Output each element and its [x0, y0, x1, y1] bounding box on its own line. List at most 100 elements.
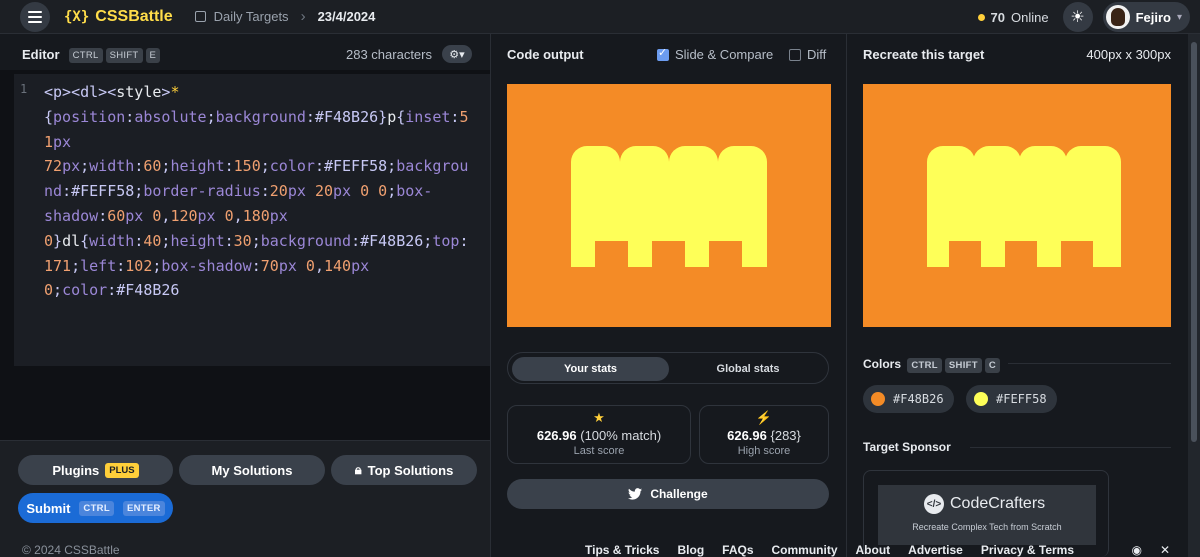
- editor-panel: 1 <p><dl><style>* {position:absolute;bac…: [0, 70, 490, 440]
- output-notch: [709, 241, 742, 267]
- kbd-key: SHIFT: [944, 358, 982, 373]
- code-output-preview[interactable]: [507, 84, 831, 327]
- discord-icon[interactable]: ◉: [1131, 543, 1141, 557]
- editor-header: Editor CTRL SHIFT E 283 characters ⚙▾: [22, 40, 472, 68]
- plugins-button[interactable]: Plugins PLUS: [18, 455, 173, 485]
- editor-settings-button[interactable]: ⚙▾: [442, 45, 472, 63]
- avatar: [1105, 5, 1130, 29]
- kbd-key: CTRL: [68, 47, 103, 63]
- editor-title: Editor: [22, 46, 60, 62]
- target-header: Recreate this target 400px x 300px: [863, 40, 1171, 68]
- target-dimensions: 400px x 300px: [1086, 46, 1171, 62]
- footer-link-community[interactable]: Community: [772, 543, 838, 557]
- diff-checkbox[interactable]: [789, 48, 801, 61]
- code-icon: </>: [924, 494, 944, 514]
- top-solutions-label: Top Solutions: [367, 462, 454, 478]
- kbd-key: E: [145, 47, 161, 63]
- character-count: 283 characters: [346, 46, 432, 62]
- target-title: Recreate this target: [863, 46, 985, 62]
- username: Fejiro: [1135, 9, 1171, 25]
- top-solutions-button[interactable]: 🔒︎ Top Solutions: [331, 455, 477, 485]
- chevron-right-icon: ›: [300, 8, 306, 25]
- cssbattle-logo[interactable]: {X} CSSBattle: [64, 8, 173, 26]
- target-notch: [1005, 241, 1037, 267]
- star-icon: ★: [593, 410, 605, 425]
- breadcrumb-date: 23/4/2024: [317, 9, 376, 24]
- scrollbar-thumb[interactable]: [1191, 42, 1197, 442]
- sponsor-name: CodeCrafters: [950, 495, 1046, 512]
- last-score-label: Last score: [573, 445, 625, 457]
- kbd-key: CTRL: [907, 358, 942, 373]
- divider: [846, 34, 847, 557]
- slide-compare-checkbox[interactable]: [657, 46, 669, 61]
- plus-badge: PLUS: [105, 462, 139, 478]
- high-score-value: 626.96 {283}: [727, 428, 801, 443]
- breadcrumb: Daily Targets › 23/4/2024: [194, 8, 376, 25]
- challenge-button[interactable]: Challenge: [507, 479, 829, 509]
- user-menu[interactable]: Fejiro ▾: [1102, 2, 1190, 32]
- online-dot-icon: [977, 13, 985, 21]
- slide-compare-toggle[interactable]: Slide & Compare: [657, 46, 774, 62]
- top-bar: {X} CSSBattle Daily Targets › 23/4/2024 …: [0, 0, 1200, 34]
- color-chip-orange[interactable]: #F48B26: [863, 385, 954, 413]
- hamburger-icon: [28, 10, 42, 23]
- chevron-down-icon: ▾: [1176, 11, 1182, 23]
- submit-button[interactable]: Submit CTRL ENTER: [18, 493, 173, 523]
- right-panel-scrollbar[interactable]: [1188, 34, 1200, 557]
- calendar-icon: [194, 11, 206, 22]
- high-score-card: ⚡ 626.96 {283} High score: [699, 405, 829, 464]
- diff-label: Diff: [807, 46, 827, 62]
- kbd-key: SHIFT: [105, 47, 143, 63]
- sponsor-banner[interactable]: </> CodeCrafters Recreate Complex Tech f…: [878, 485, 1096, 545]
- hamburger-menu-button[interactable]: [20, 1, 50, 32]
- slide-compare-label: Slide & Compare: [675, 46, 774, 62]
- codecrafters-logo: </> CodeCrafters: [924, 494, 1045, 514]
- output-header: Code output Slide & Compare Diff: [507, 40, 831, 68]
- footer-link-about[interactable]: About: [856, 543, 891, 557]
- logo-text: CSSBattle: [95, 7, 173, 25]
- footer-link-privacy[interactable]: Privacy & Terms: [981, 543, 1074, 557]
- breadcrumb-daily-targets[interactable]: Daily Targets: [214, 9, 289, 24]
- colors-title: Colors: [863, 357, 902, 371]
- tab-global-stats[interactable]: Global stats: [673, 357, 823, 381]
- color-hex: #FEFF58: [996, 392, 1047, 406]
- online-indicator: 70 Online: [977, 9, 1049, 25]
- sun-icon: ☀: [1070, 9, 1085, 26]
- footer-links: Tips & Tricks Blog FAQs Community About …: [585, 543, 1074, 557]
- online-label: Online: [1010, 9, 1049, 25]
- my-solutions-button[interactable]: My Solutions: [179, 455, 325, 485]
- kbd-key: C: [984, 358, 1001, 373]
- color-swatch: [974, 392, 988, 406]
- tab-your-stats[interactable]: Your stats: [512, 357, 669, 381]
- color-swatch: [871, 392, 885, 406]
- color-chip-yellow[interactable]: #FEFF58: [966, 385, 1057, 413]
- submit-label: Submit: [26, 500, 71, 516]
- footer-link-advertise[interactable]: Advertise: [908, 543, 963, 557]
- twitter-icon[interactable]: ✕: [1160, 543, 1170, 557]
- kbd-key: CTRL: [79, 500, 114, 516]
- footer-link-faqs[interactable]: FAQs: [722, 543, 753, 557]
- challenge-label: Challenge: [650, 487, 708, 501]
- sponsor-section-title: Target Sponsor: [863, 440, 951, 454]
- twitter-icon: [628, 488, 643, 500]
- social-links: ◉ ✕: [1131, 543, 1170, 557]
- code-editor[interactable]: 1 <p><dl><style>* {position:absolute;bac…: [14, 74, 490, 366]
- output-notch: [595, 241, 628, 267]
- target-notch: [949, 241, 981, 267]
- online-count: 70: [990, 9, 1005, 25]
- plugins-label: Plugins: [52, 462, 100, 478]
- output-title: Code output: [507, 46, 584, 62]
- header-right: 70 Online ☀ Fejiro ▾: [977, 2, 1190, 32]
- high-score-label: High score: [737, 445, 791, 457]
- gear-icon: ⚙▾: [449, 48, 465, 61]
- lightning-icon: ⚡: [755, 410, 773, 425]
- sponsor-tagline: Recreate Complex Tech from Scratch: [912, 522, 1062, 532]
- colors-section-title: Colors CTRL SHIFT C: [863, 357, 1001, 373]
- footer-link-tips[interactable]: Tips & Tricks: [585, 543, 659, 557]
- line-number: 1: [20, 82, 28, 96]
- footer-link-blog[interactable]: Blog: [677, 543, 704, 557]
- copyright: © 2024 CSSBattle: [22, 543, 120, 557]
- theme-toggle-button[interactable]: ☀: [1062, 2, 1093, 32]
- diff-toggle[interactable]: Diff: [789, 47, 826, 62]
- code-content[interactable]: <p><dl><style>* {position:absolute;backg…: [44, 80, 488, 303]
